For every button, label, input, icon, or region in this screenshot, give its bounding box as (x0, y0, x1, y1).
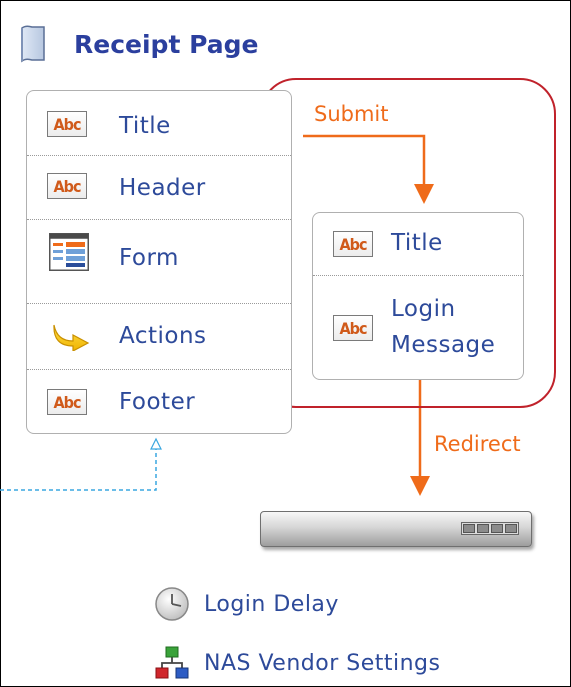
redirect-arrowhead (410, 476, 430, 496)
left-item-label: Form (119, 245, 179, 271)
device-ports-icon (461, 522, 519, 535)
left-item-footer[interactable]: Abc Footer (27, 369, 291, 433)
left-item-label: Footer (119, 389, 196, 415)
right-item-login-message[interactable]: Abc Login Message (313, 275, 523, 379)
redirect-label: Redirect (434, 432, 521, 456)
nas-vendor-settings-item[interactable]: NAS Vendor Settings (154, 646, 440, 680)
login-delay-label: Login Delay (204, 591, 339, 617)
abc-text-icon: Abc (333, 315, 373, 341)
form-icon (49, 233, 89, 271)
receipt-page-panel: Abc Title Abc Header Form Actions Abc Fo… (26, 90, 292, 434)
login-page-panel: Abc Title Abc Login Message (312, 212, 524, 380)
abc-text-icon: Abc (333, 231, 373, 257)
left-item-label: Header (119, 175, 206, 201)
arrow-actions-icon (51, 323, 91, 351)
clock-icon (154, 586, 190, 622)
right-item-label: Title (391, 230, 443, 256)
left-item-header[interactable]: Abc Header (27, 155, 291, 220)
abc-text-icon: Abc (47, 111, 87, 137)
right-item-label-line2: Message (391, 332, 496, 358)
nas-vendor-settings-label: NAS Vendor Settings (204, 650, 441, 676)
dashed-link (0, 447, 157, 491)
dashed-link-arrowhead (150, 437, 162, 450)
login-delay-item[interactable]: Login Delay (154, 586, 339, 622)
left-item-label: Actions (119, 323, 207, 349)
nas-device (260, 511, 532, 547)
left-item-actions[interactable]: Actions (27, 303, 291, 370)
left-item-title[interactable]: Abc Title (27, 91, 291, 156)
left-item-label: Title (119, 113, 171, 139)
submit-label: Submit (314, 102, 389, 126)
network-icon (154, 646, 190, 680)
abc-text-icon: Abc (47, 389, 87, 415)
right-item-label-line1: Login (391, 296, 456, 322)
abc-text-icon: Abc (47, 173, 87, 199)
left-item-form[interactable]: Form (27, 219, 291, 304)
right-item-title[interactable]: Abc Title (313, 213, 523, 276)
